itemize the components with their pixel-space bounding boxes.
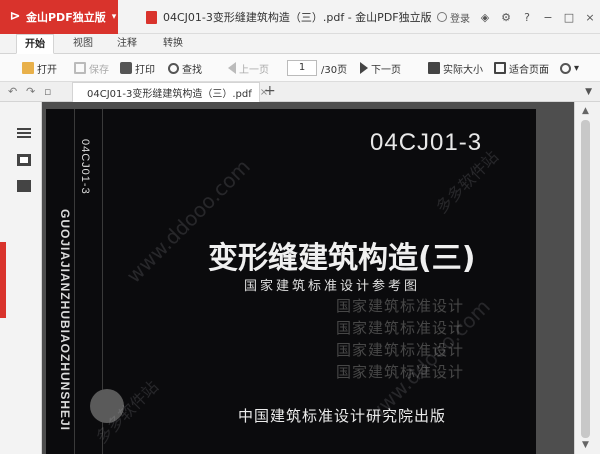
open-label: 打开 (37, 64, 57, 76)
login-button[interactable]: 登录 (437, 10, 470, 25)
window-controls: 登录 ◈ ⚙ ? − □ × (437, 0, 596, 34)
chevron-down-icon: ▾ (111, 12, 117, 22)
left-sidebar (0, 102, 42, 454)
document-tab-strip: ↶ ↷ ▫ 04CJ01-3变形缝建筑构造（三）.pdf × + ▼ (0, 82, 600, 102)
sidebar-collapse-handle[interactable] (0, 242, 6, 318)
fit-page-button[interactable]: 适合页面 (494, 54, 549, 82)
scrollbar-thumb[interactable] (581, 120, 590, 438)
close-window-icon[interactable]: × (584, 11, 596, 24)
actual-size-icon (428, 62, 440, 74)
pdf-page: 04CJ01-3 04CJ01-3 GUOJIAJIANZHUBIAOZHUNS… (46, 109, 536, 454)
new-tab-button[interactable]: + (264, 82, 276, 102)
next-page-label: 下一页 (371, 64, 401, 76)
cover-code: 04CJ01-3 (370, 129, 483, 156)
print-label: 打印 (135, 64, 155, 76)
tab-annotate[interactable]: 注释 (110, 34, 144, 54)
save-icon (74, 62, 86, 74)
save-label: 保存 (89, 64, 109, 76)
document-view[interactable]: 04CJ01-3 04CJ01-3 GUOJIAJIANZHUBIAOZHUNS… (42, 102, 574, 454)
cover-pinyin: GUOJIAJIANZHUBIAOZHUNSHEJI (58, 209, 72, 432)
print-button[interactable]: 打印 (120, 54, 155, 82)
find-label: 查找 (182, 64, 202, 76)
tab-view[interactable]: 视图 (66, 34, 100, 54)
fit-page-label: 适合页面 (509, 64, 549, 76)
search-icon (168, 62, 179, 74)
window-title: 04CJ01-3变形缝建筑构造（三）.pdf - 金山PDF独立版 (146, 0, 432, 34)
arrow-right-icon (360, 62, 368, 74)
next-page-button[interactable]: 下一页 (360, 54, 401, 82)
redo-icon[interactable]: ↷ (26, 82, 35, 102)
kingsoft-pdf-logo-icon: ⊳ (9, 9, 21, 24)
actual-size-label: 实际大小 (443, 64, 483, 76)
tab-convert[interactable]: 转换 (156, 34, 190, 54)
save-button[interactable]: 保存 (74, 54, 109, 82)
app-name: 金山PDF独立版 (26, 11, 106, 24)
quick-save-icon[interactable]: ▫ (44, 82, 51, 102)
help-icon[interactable]: ? (521, 11, 533, 24)
cover-echo-line: 国家建筑标准设计 (336, 297, 465, 315)
page-number-input[interactable]: 1 (287, 60, 317, 76)
settings-gear-icon[interactable]: ⚙ (500, 11, 512, 24)
page-total: /30页 (321, 64, 348, 76)
cover-title: 变形缝建筑构造(三) (208, 241, 476, 276)
open-button[interactable]: 打开 (22, 54, 57, 82)
maximize-icon[interactable]: □ (563, 11, 575, 24)
cover-frame-line (74, 109, 75, 454)
actual-size-button[interactable]: 实际大小 (428, 54, 483, 82)
image-extract-icon[interactable] (17, 180, 31, 192)
find-button[interactable]: 查找 (168, 54, 202, 82)
ribbon-tabs: 开始 视图 注释 转换 (0, 34, 600, 54)
app-menu-button[interactable]: ⊳ 金山PDF独立版 ▾ (0, 0, 118, 34)
scroll-up-icon[interactable]: ▲ (582, 106, 589, 116)
printer-icon (120, 62, 132, 74)
login-label: 登录 (450, 13, 470, 25)
document-tab-label: 04CJ01-3变形缝建筑构造（三）.pdf (87, 89, 252, 100)
window-title-text: 04CJ01-3变形缝建筑构造（三）.pdf - 金山PDF独立版 (163, 11, 432, 24)
zoom-caret-icon: ▾ (574, 62, 580, 74)
folder-icon (22, 62, 34, 74)
cover-publisher: 中国建筑标准设计研究院出版 (238, 407, 447, 425)
scroll-down-icon[interactable]: ▼ (582, 440, 589, 450)
skin-icon[interactable]: ◈ (479, 11, 491, 24)
fit-page-icon (494, 62, 506, 74)
cover-subtitle: 国家建筑标准设计参考图 (244, 279, 421, 294)
vertical-scrollbar[interactable]: ▲ ▼ (574, 102, 600, 454)
prev-page-button[interactable]: 上一页 (228, 54, 269, 82)
cover-side-code: 04CJ01-3 (79, 139, 91, 195)
zoom-icon (560, 62, 571, 74)
tab-list-icon[interactable]: ▼ (585, 82, 592, 102)
document-tab[interactable]: 04CJ01-3变形缝建筑构造（三）.pdf × (72, 82, 268, 102)
minimize-icon[interactable]: − (542, 11, 554, 24)
user-icon (437, 12, 447, 22)
prev-page-label: 上一页 (239, 64, 269, 76)
pdf-file-icon (146, 10, 157, 24)
title-bar: ⊳ 金山PDF独立版 ▾ 04CJ01-3变形缝建筑构造（三）.pdf - 金山… (0, 0, 600, 34)
thumbnail-icon[interactable] (17, 154, 31, 166)
bookmark-list-icon[interactable] (17, 128, 31, 140)
tab-start[interactable]: 开始 (16, 34, 54, 54)
zoom-out-button[interactable]: ▾ (560, 54, 579, 82)
undo-icon[interactable]: ↶ (8, 82, 17, 102)
arrow-left-icon (228, 62, 236, 74)
